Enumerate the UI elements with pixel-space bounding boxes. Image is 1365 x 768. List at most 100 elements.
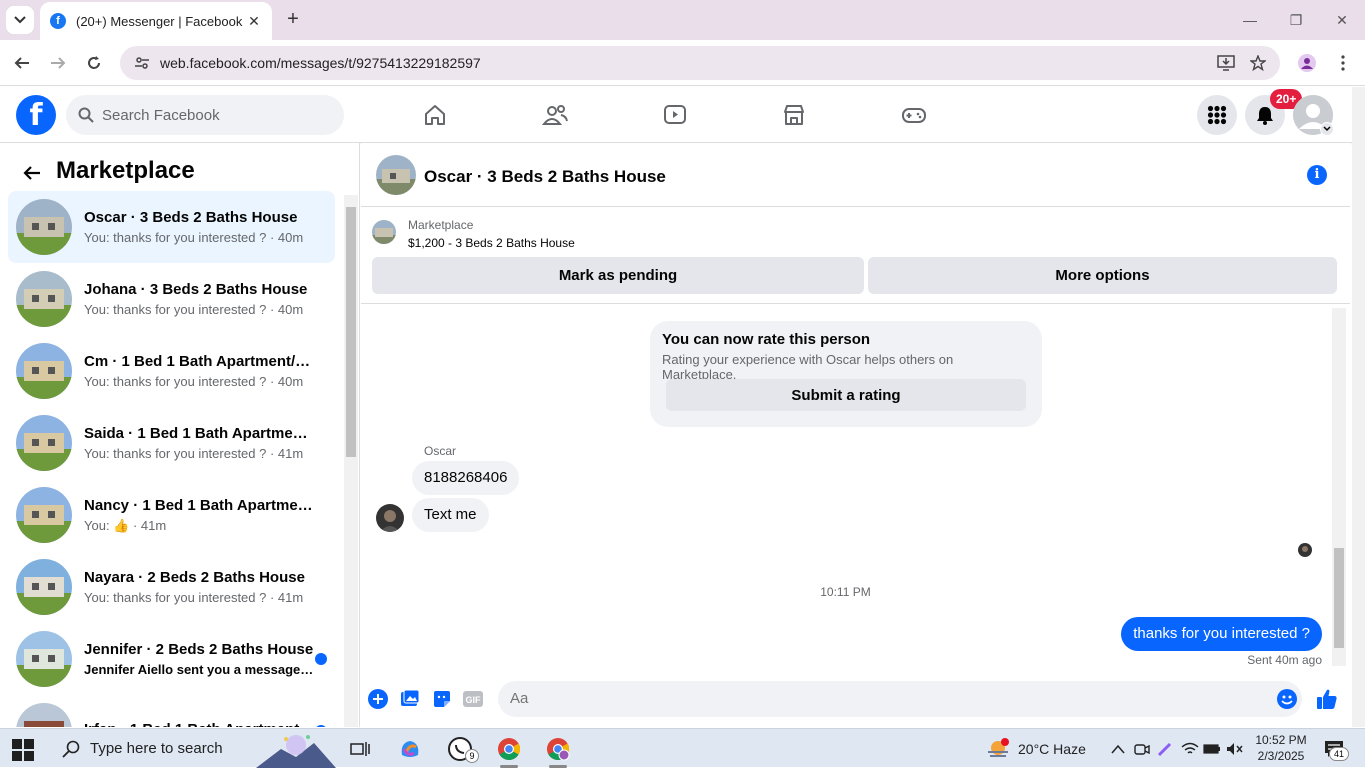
nav-video[interactable]: [659, 99, 691, 131]
copilot-button[interactable]: [396, 735, 424, 763]
outgoing-message[interactable]: thanks for you interested ?: [1121, 617, 1322, 651]
mark-as-pending-button[interactable]: Mark as pending: [372, 257, 864, 294]
conversation-text: Cm · 1 Bed 1 Bath Apartment/condo You: th…: [84, 353, 316, 389]
conversation-item[interactable]: Cm · 1 Bed 1 Bath Apartment/condo You: th…: [8, 335, 335, 407]
sticker-button[interactable]: [431, 688, 453, 710]
incoming-message[interactable]: 8188268406: [412, 461, 520, 495]
chevron-down-icon: [14, 16, 26, 24]
nav-friends[interactable]: [539, 99, 571, 131]
info-icon[interactable]: i: [1307, 165, 1327, 185]
scrollbar-thumb[interactable]: [346, 207, 356, 457]
conversation-preview: You: thanks for you interested ? · 40m: [84, 230, 304, 245]
whatsapp-badge: 9: [465, 749, 479, 763]
sender-avatar[interactable]: [376, 504, 404, 532]
close-window-button[interactable]: ✕: [1330, 8, 1354, 32]
house-thumbnail-icon: [16, 631, 72, 687]
scrollbar-thumb[interactable]: [1334, 548, 1344, 648]
conversation-name: Oscar · 3 Beds 2 Baths House: [84, 209, 298, 226]
browser-tab-active[interactable]: f (20+) Messenger | Facebook ✕: [40, 2, 272, 40]
sidebar-title: Marketplace: [56, 157, 195, 184]
windows-start-icon[interactable]: [12, 739, 34, 761]
nav-home[interactable]: [419, 99, 451, 131]
task-view-button[interactable]: [346, 735, 374, 763]
conversation-name: Cm · 1 Bed 1 Bath Apartment/condo: [84, 353, 316, 370]
conversation-avatar: [16, 199, 72, 255]
plus-circle-icon: [368, 689, 388, 709]
avatar: [1298, 543, 1312, 557]
bookmark-button[interactable]: [1246, 51, 1270, 75]
conversation-item[interactable]: Nancy · 1 Bed 1 Bath Apartment/condo You:…: [8, 479, 335, 551]
facebook-logo[interactable]: f: [16, 95, 56, 135]
conversation-item[interactable]: Saida · 1 Bed 1 Bath Apartment/condo You:…: [8, 407, 335, 479]
task-view-icon: [350, 742, 370, 756]
seen-indicator-avatar: [1298, 543, 1312, 557]
conversation-item[interactable]: Nayara · 2 Beds 2 Baths House You: thanks…: [8, 551, 335, 623]
clock-date: 2/3/2025: [1257, 749, 1305, 763]
new-tab-button[interactable]: +: [282, 8, 304, 30]
listing-label: Marketplace: [408, 218, 474, 232]
profile-button[interactable]: [1295, 51, 1319, 75]
message-input[interactable]: [498, 681, 1302, 717]
conversation-item[interactable]: Oscar · 3 Beds 2 Baths House You: thanks …: [8, 191, 335, 263]
page-scrollbar[interactable]: [1352, 87, 1365, 727]
forward-button[interactable]: [46, 51, 70, 75]
chrome-button[interactable]: [495, 735, 523, 763]
conversation-preview: Jennifer Aiello sent you a message. · 1h: [84, 662, 316, 677]
pen-button[interactable]: [1151, 735, 1179, 763]
marketplace-sidebar: Marketplace Oscar · 3 Beds 2 Baths House…: [0, 143, 360, 727]
chat-scrollbar[interactable]: [1332, 308, 1346, 666]
minimize-button[interactable]: —: [1238, 8, 1262, 32]
restore-button[interactable]: ❐: [1284, 8, 1308, 32]
haze-weather-icon: [988, 737, 1009, 757]
weather-widget[interactable]: 20°C Haze: [986, 729, 1086, 768]
nav-gaming[interactable]: [898, 99, 930, 131]
conversation-name: Nayara · 2 Beds 2 Baths House: [84, 569, 305, 586]
attach-photo-button[interactable]: [399, 688, 421, 710]
house-thumbnail-icon: [16, 199, 72, 255]
reload-button[interactable]: [82, 51, 106, 75]
sidebar-scrollbar[interactable]: [344, 195, 358, 727]
marketplace-icon: [784, 105, 804, 125]
emoji-button[interactable]: [1276, 688, 1298, 710]
nav-marketplace[interactable]: [778, 99, 810, 131]
close-tab-icon[interactable]: ✕: [246, 13, 262, 30]
like-button[interactable]: [1316, 688, 1338, 710]
rate-card-subtitle: Rating your experience with Oscar helps …: [662, 352, 954, 382]
chat-avatar[interactable]: [376, 155, 416, 195]
conversation-item[interactable]: Jennifer · 2 Beds 2 Baths House Jennifer …: [8, 623, 335, 695]
conversation-avatar: [16, 415, 72, 471]
search-icon: [62, 740, 80, 758]
sender-name: Oscar: [424, 444, 457, 458]
house-thumbnail-icon: [376, 155, 416, 195]
conversation-avatar: [16, 703, 72, 727]
submit-rating-button[interactable]: Submit a rating: [666, 379, 1026, 411]
browser-menu-button[interactable]: [1331, 51, 1355, 75]
house-thumbnail-icon: [16, 703, 72, 727]
tab-search-button[interactable]: [6, 6, 34, 34]
chat-title[interactable]: Oscar · 3 Beds 2 Baths House: [424, 167, 666, 187]
site-settings-icon[interactable]: [134, 55, 150, 71]
listing-price[interactable]: $1,200 - 3 Beds 2 Baths House: [408, 236, 575, 250]
chat-panel: Oscar · 3 Beds 2 Baths House i Marketpla…: [361, 143, 1350, 727]
house-thumbnail-icon: [16, 343, 72, 399]
gif-button[interactable]: GIF: [462, 688, 484, 710]
house-thumbnail-icon: [16, 559, 72, 615]
address-bar[interactable]: web.facebook.com/messages/t/927541322918…: [120, 46, 1280, 80]
volume-button[interactable]: [1221, 735, 1249, 763]
windows-taskbar: Type here to search 9 20°C Haze 10:52 PM: [0, 728, 1365, 768]
chrome-profile-button[interactable]: [544, 735, 572, 763]
back-button[interactable]: [10, 51, 34, 75]
install-app-button[interactable]: [1214, 51, 1238, 75]
system-clock[interactable]: 10:52 PM 2/3/2025: [1252, 732, 1310, 764]
menu-button[interactable]: [1197, 95, 1237, 135]
conversation-item[interactable]: Irfan · 1 Bed 1 Bath Apartment/condo: [8, 695, 335, 727]
account-chevron-icon[interactable]: [1320, 122, 1334, 136]
listing-banner: Marketplace $1,200 - 3 Beds 2 Baths Hous…: [361, 208, 1350, 304]
incoming-message[interactable]: Text me: [412, 498, 489, 532]
more-actions-button[interactable]: [367, 688, 389, 710]
more-options-button[interactable]: More options: [868, 257, 1337, 294]
back-arrow-icon[interactable]: [20, 161, 44, 185]
listing-thumbnail[interactable]: [372, 220, 396, 244]
facebook-search-input[interactable]: Search Facebook: [66, 95, 344, 135]
conversation-item[interactable]: Johana · 3 Beds 2 Baths House You: thanks…: [8, 263, 335, 335]
